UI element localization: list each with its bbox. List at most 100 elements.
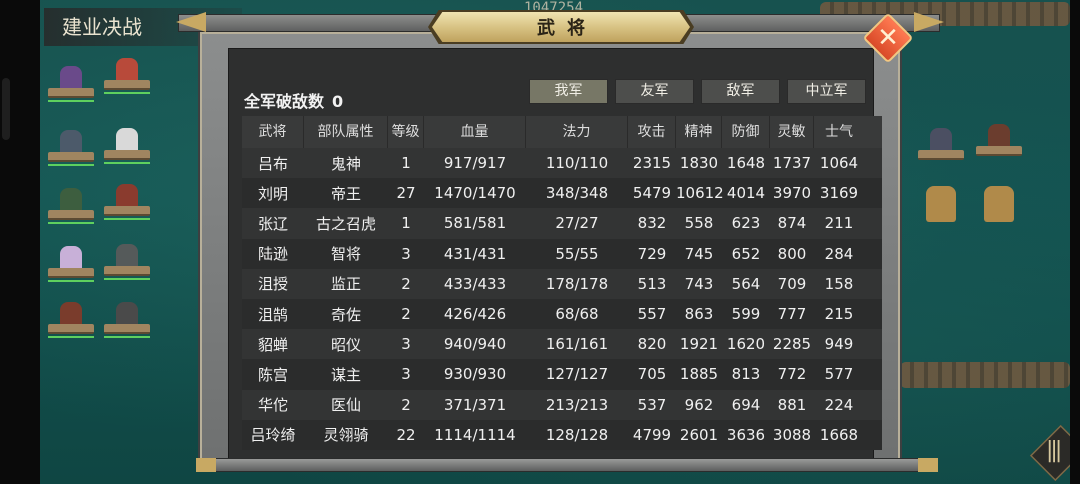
cell-mp: 178/178 xyxy=(545,274,609,293)
unit-left-4[interactable] xyxy=(104,124,150,164)
tab-allied-army[interactable]: 友军 xyxy=(615,79,694,104)
unit-left-1[interactable] xyxy=(48,62,94,102)
cell-agility: 881 xyxy=(777,395,807,414)
header-unit-attribute[interactable]: 部队属性 xyxy=(304,116,388,148)
table-row[interactable]: 华佗 医仙 2 371/371 213/213 537 962 694 881 … xyxy=(242,389,882,420)
table-header-row: 武将 部队属性 等级 血量 法力 攻击 精神 防御 灵敏 士气 xyxy=(242,116,882,148)
header-hp[interactable]: 血量 xyxy=(424,116,526,148)
unit-left-2[interactable] xyxy=(104,54,150,94)
tab-neutral-army[interactable]: 中立军 xyxy=(787,79,866,104)
cell-spirit: 558 xyxy=(684,214,714,233)
table-row[interactable]: 沮鹄 奇佐 2 426/426 68/68 557 863 599 777 21… xyxy=(242,298,882,330)
unit-left-8[interactable] xyxy=(104,240,150,280)
cell-spirit: 743 xyxy=(684,274,714,293)
cell-morale: 215 xyxy=(824,305,854,324)
unit-right-2[interactable] xyxy=(976,120,1022,156)
table-row[interactable]: 刘明 帝王 27 1470/1470 348/348 5479 10612 40… xyxy=(242,178,882,209)
cell-general: 沮鹄 xyxy=(257,305,288,324)
table-row[interactable]: 吕玲绮 灵翎骑 22 1114/1114 128/128 4799 2601 3… xyxy=(242,419,882,450)
cell-spirit: 745 xyxy=(684,244,714,263)
cell-general: 貂蝉 xyxy=(257,335,288,354)
cell-morale: 211 xyxy=(824,214,854,233)
cell-hp: 930/930 xyxy=(443,365,507,384)
cell-agility: 3088 xyxy=(772,425,812,444)
dialog-title: 武将 xyxy=(537,18,597,39)
cell-hp: 371/371 xyxy=(443,395,507,414)
table-row[interactable]: 沮授 监正 2 433/433 178/178 513 743 564 709 … xyxy=(242,268,882,299)
menu-icon[interactable]: ||| xyxy=(1046,438,1062,463)
cell-general: 沮授 xyxy=(257,275,288,294)
cell-hp: 1114/1114 xyxy=(434,425,516,444)
cell-mp: 161/161 xyxy=(545,335,609,354)
unit-left-10[interactable] xyxy=(104,298,150,338)
header-mp[interactable]: 法力 xyxy=(526,116,628,148)
cell-mp: 213/213 xyxy=(545,395,609,414)
cell-agility: 772 xyxy=(777,365,807,384)
bottom-cap-right xyxy=(918,458,938,472)
tab-our-army[interactable]: 我军 xyxy=(529,79,608,104)
header-defense[interactable]: 防御 xyxy=(722,116,770,148)
header-spirit[interactable]: 精神 xyxy=(676,116,722,148)
cell-morale: 224 xyxy=(824,395,854,414)
cell-hp: 581/581 xyxy=(443,214,507,233)
cell-spirit: 1830 xyxy=(679,154,719,173)
header-general[interactable]: 武将 xyxy=(242,116,304,148)
cell-defense: 813 xyxy=(731,365,761,384)
kills-value: 0 xyxy=(332,92,344,111)
cell-level: 3 xyxy=(401,335,411,354)
table-row[interactable]: 张辽 古之召虎 1 581/581 27/27 832 558 623 874 … xyxy=(242,208,882,239)
cell-hp: 433/433 xyxy=(443,274,507,293)
unit-left-6[interactable] xyxy=(104,180,150,220)
screen-edge-right xyxy=(1070,0,1080,484)
cell-level: 2 xyxy=(401,274,411,293)
table-row[interactable]: 吕布 鬼神 1 917/917 110/110 2315 1830 1648 1… xyxy=(242,148,882,179)
cell-level: 2 xyxy=(401,305,411,324)
cell-level: 22 xyxy=(396,425,416,444)
cell-attack: 537 xyxy=(637,395,667,414)
shoreline-right xyxy=(900,362,1070,388)
cell-morale: 1064 xyxy=(819,154,859,173)
cell-level: 2 xyxy=(401,395,411,414)
cell-agility: 800 xyxy=(777,244,807,263)
cell-unit-attribute: 帝王 xyxy=(330,184,361,203)
unit-right-3[interactable] xyxy=(918,184,968,228)
cell-agility: 3970 xyxy=(772,184,812,203)
unit-left-9[interactable] xyxy=(48,298,94,338)
header-level[interactable]: 等级 xyxy=(388,116,424,148)
cell-hp: 426/426 xyxy=(443,305,507,324)
cell-spirit: 863 xyxy=(684,305,714,324)
cell-hp: 431/431 xyxy=(443,244,507,263)
cell-defense: 564 xyxy=(731,274,761,293)
table-row[interactable]: 貂蝉 昭仪 3 940/940 161/161 820 1921 1620 22… xyxy=(242,329,882,360)
header-attack[interactable]: 攻击 xyxy=(628,116,676,148)
cell-level: 3 xyxy=(401,365,411,384)
header-agility[interactable]: 灵敏 xyxy=(770,116,814,148)
cell-level: 27 xyxy=(396,184,416,203)
kills-label: 全军破敌数 xyxy=(244,92,325,111)
header-morale[interactable]: 士气 xyxy=(814,116,864,148)
tab-enemy-army[interactable]: 敌军 xyxy=(701,79,780,104)
cell-unit-attribute: 灵翎骑 xyxy=(323,426,369,445)
cell-mp: 348/348 xyxy=(545,184,609,203)
cell-attack: 2315 xyxy=(632,154,672,173)
cell-mp: 27/27 xyxy=(555,214,599,233)
close-icon[interactable]: ✕ xyxy=(870,20,906,56)
cell-defense: 652 xyxy=(731,244,761,263)
unit-right-1[interactable] xyxy=(918,124,964,160)
cell-defense: 623 xyxy=(731,214,761,233)
cell-general: 吕布 xyxy=(257,154,288,173)
table-row[interactable]: 陆逊 智将 3 431/431 55/55 729 745 652 800 28… xyxy=(242,238,882,269)
generals-table: 武将 部队属性 等级 血量 法力 攻击 精神 防御 灵敏 士气 吕布 鬼神 1 … xyxy=(242,116,882,450)
cell-attack: 705 xyxy=(637,365,667,384)
cell-unit-attribute: 鬼神 xyxy=(330,154,361,173)
table-row[interactable]: 陈宫 谋主 3 930/930 127/127 705 1885 813 772… xyxy=(242,359,882,390)
cell-agility: 777 xyxy=(777,305,807,324)
unit-left-5[interactable] xyxy=(48,184,94,224)
unit-left-7[interactable] xyxy=(48,242,94,282)
faction-tabs: 我军 友军 敌军 中立军 xyxy=(529,79,866,104)
cell-defense: 3636 xyxy=(726,425,766,444)
cell-general: 张辽 xyxy=(257,214,288,233)
cell-agility: 1737 xyxy=(772,154,812,173)
unit-left-3[interactable] xyxy=(48,126,94,166)
unit-right-4[interactable] xyxy=(976,184,1026,228)
